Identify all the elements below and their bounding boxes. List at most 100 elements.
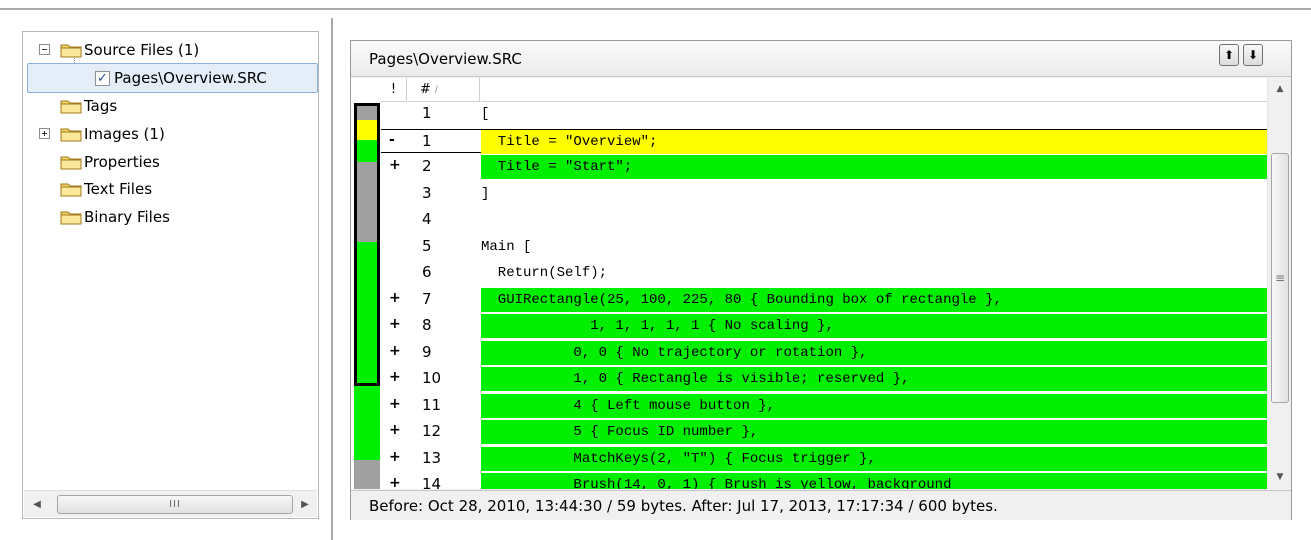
tree-item-source-files[interactable]: Source Files (1) [39, 38, 199, 62]
tree-item-label: Source Files (1) [84, 41, 200, 59]
code-text: Title = "Start"; [481, 155, 1267, 179]
column-header-flag[interactable]: ! [381, 78, 407, 102]
column-header-number[interactable]: # / [408, 78, 480, 102]
tree-item-label: Binary Files [84, 208, 170, 226]
scroll-grip: ≡ [1274, 271, 1286, 285]
diff-line-plain[interactable]: 1[ [381, 102, 1267, 126]
tree-item-images[interactable]: Images (1) [39, 122, 165, 146]
arrow-left-icon[interactable]: ◀ [30, 497, 44, 511]
arrow-up-small-icon[interactable]: ▲ [1274, 82, 1286, 96]
line-number: 1 [422, 104, 432, 122]
file-tree[interactable]: Source Files (1) ✓ Pages\Overview.SRC Ta… [22, 31, 319, 519]
folder-icon [60, 42, 82, 58]
diff-line-added[interactable]: +10 1, 0 { Rectangle is visible; reserve… [381, 367, 1267, 391]
change-marker: + [389, 475, 401, 489]
code-text: Title = "Overview"; [481, 129, 1267, 154]
change-marker: + [389, 342, 401, 359]
diff-line-added[interactable]: +11 4 { Left mouse button }, [381, 393, 1267, 418]
line-number: 14 [422, 475, 442, 489]
status-text: Before: Oct 28, 2010, 13:44:30 / 59 byte… [369, 497, 998, 515]
diff-title: Pages\Overview.SRC [369, 50, 522, 68]
diff-line-added[interactable]: +9 0, 0 { No trajectory or rotation }, [381, 340, 1267, 365]
diff-line-removed[interactable]: - 1 Title = "Overview"; [381, 128, 1267, 154]
line-number: 3 [422, 183, 432, 202]
diff-line-added[interactable]: +8 1, 1, 1, 1, 1 { No scaling }, [381, 314, 1267, 338]
folder-icon [60, 181, 82, 197]
change-marker: + [389, 395, 401, 412]
code-text: 0, 0 { No trajectory or rotation }, [481, 340, 1267, 365]
minimap-viewport-frame[interactable] [354, 103, 380, 386]
code-text: Return(Self); [481, 265, 608, 281]
line-number: 6 [422, 263, 432, 281]
line-number: 5 [422, 236, 432, 255]
diff-line-added[interactable]: +7 GUIRectangle(25, 100, 225, 80 { Bound… [381, 287, 1267, 312]
change-marker: + [389, 448, 401, 465]
change-marker: + [389, 422, 401, 438]
change-marker: + [389, 369, 401, 385]
tree-item-binary-files[interactable]: Binary Files [60, 205, 170, 229]
line-number: 13 [422, 448, 442, 467]
previous-change-button[interactable]: ⬆ [1219, 44, 1239, 66]
collapse-icon[interactable] [39, 44, 50, 55]
scrollbar-thumb[interactable]: ≡ [1271, 153, 1289, 403]
column-header-code[interactable] [481, 78, 1267, 102]
top-divider [0, 8, 1311, 10]
change-minimap[interactable] [351, 78, 381, 489]
line-number: 10 [422, 369, 442, 387]
change-marker: - [389, 131, 395, 148]
diff-line-added[interactable]: +12 5 { Focus ID number }, [381, 420, 1267, 444]
diff-line-added[interactable]: +13 MatchKeys(2, "T") { Focus trigger }, [381, 446, 1267, 471]
line-number: 4 [422, 210, 432, 228]
line-number: 7 [422, 289, 432, 308]
folder-icon [60, 126, 82, 142]
diff-line-plain[interactable]: 3] [381, 182, 1267, 206]
folder-icon [60, 154, 82, 170]
tree-item-tags[interactable]: Tags [60, 94, 117, 118]
code-text: 1, 0 { Rectangle is visible; reserved }, [481, 367, 1267, 391]
diff-line-plain[interactable]: 6 Return(Self); [381, 261, 1267, 285]
code-text: 4 { Left mouse button }, [481, 393, 1267, 418]
tree-item-label: Properties [84, 153, 160, 171]
diff-header: Pages\Overview.SRC ⬆ ⬇ [351, 41, 1291, 77]
line-number: 2 [422, 157, 432, 175]
tree-item-label: Text Files [84, 180, 153, 198]
tree-item-label: Images (1) [84, 125, 165, 143]
folder-icon [60, 209, 82, 225]
diff-line-added[interactable]: +2 Title = "Start"; [381, 155, 1267, 179]
line-number: 11 [422, 395, 442, 414]
line-number: 9 [422, 342, 432, 361]
line-number: 1 [422, 131, 432, 150]
code-text: GUIRectangle(25, 100, 225, 80 { Bounding… [481, 287, 1267, 312]
tree-horizontal-scrollbar[interactable]: ◀ III ▶ [24, 490, 317, 517]
diff-vertical-scrollbar[interactable]: ▲ ≡ ▼ [1267, 78, 1291, 489]
code-text: 1, 1, 1, 1, 1 { No scaling }, [481, 314, 1267, 338]
scroll-grip: III [169, 499, 181, 510]
scrollbar-thumb[interactable]: III [57, 495, 293, 514]
arrow-right-icon[interactable]: ▶ [298, 497, 312, 511]
pane-splitter[interactable] [331, 18, 333, 540]
diff-grid[interactable]: ! #/ 1[-1 Title = "Overview"; +2 Title = … [351, 78, 1291, 489]
minimap-unchanged [354, 460, 380, 489]
sort-indicator-icon: / [434, 84, 438, 95]
checkbox[interactable]: ✓ [95, 70, 110, 86]
diff-panel: Pages\Overview.SRC ⬆ ⬇ ! #/ 1[ - 1 Title =… [350, 40, 1292, 520]
tree-item-overview-src[interactable]: ✓ Pages\Overview.SRC [95, 66, 267, 90]
column-header-label: ! [390, 82, 397, 97]
code-text: Main [ [481, 238, 532, 255]
arrow-up-icon: ⬆ [1223, 48, 1235, 62]
arrow-down-small-icon[interactable]: ▼ [1274, 470, 1286, 484]
column-header-label: # [420, 82, 431, 97]
diff-line-plain[interactable]: 5 Main [ [381, 235, 1267, 259]
next-change-button[interactable]: ⬇ [1243, 44, 1263, 66]
line-number: 12 [422, 422, 442, 440]
tree-item-text-files[interactable]: Text Files [60, 177, 152, 201]
diff-line-added[interactable]: +14 Brush(14, 0, 1) { Brush is yellow, b… [381, 473, 1267, 489]
change-marker: + [389, 289, 401, 306]
tree-item-properties[interactable]: Properties [60, 150, 160, 174]
expand-icon[interactable] [39, 128, 50, 139]
folder-icon [60, 98, 82, 114]
change-marker: + [389, 157, 401, 173]
diff-line-plain[interactable]: 4 [381, 208, 1267, 232]
arrow-down-icon: ⬇ [1247, 48, 1259, 62]
